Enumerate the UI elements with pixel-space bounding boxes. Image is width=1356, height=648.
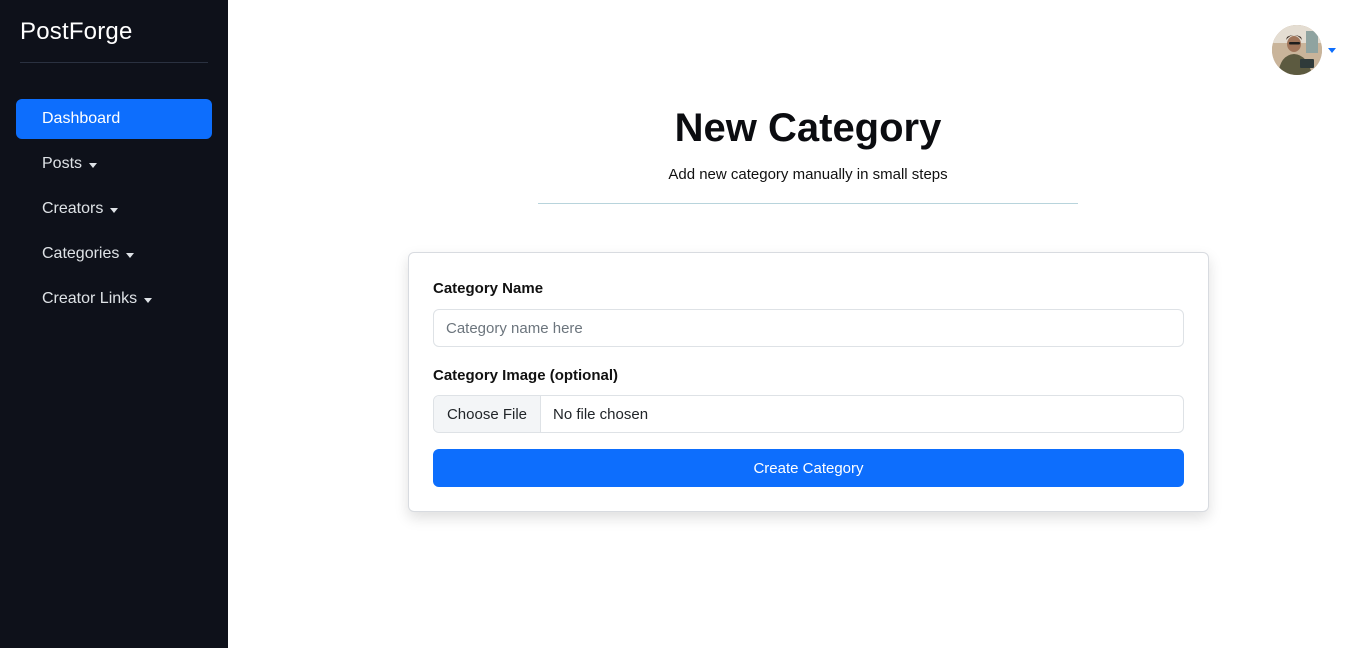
file-status-text: No file chosen (553, 405, 649, 423)
caret-down-icon (126, 252, 135, 258)
caret-down-icon (89, 162, 98, 168)
sidebar-item-creator-links[interactable]: Creator Links (16, 279, 212, 319)
sidebar: PostForge Dashboard Posts Creators Categ… (0, 0, 228, 648)
caret-down-icon (1328, 47, 1336, 53)
sidebar-item-label: Posts (42, 155, 83, 172)
user-menu-toggle[interactable] (1272, 25, 1336, 75)
page-subtitle: Add new category manually in small steps (668, 166, 948, 183)
header-divider (538, 203, 1078, 204)
category-name-label: Category Name (433, 280, 544, 297)
category-name-input[interactable] (433, 309, 1184, 347)
page-title: New Category (674, 106, 942, 150)
caret-down-icon (110, 207, 119, 213)
create-category-button[interactable]: Create Category (433, 449, 1184, 487)
sidebar-divider (20, 62, 208, 63)
brand-logo[interactable]: PostForge (20, 18, 133, 46)
sidebar-nav: Dashboard Posts Creators Categories Crea… (16, 99, 212, 324)
avatar (1272, 25, 1322, 75)
user-avatar-icon (1272, 25, 1322, 75)
category-image-label: Category Image (optional) (433, 367, 619, 384)
sidebar-item-label: Dashboard (42, 110, 121, 127)
caret-down-icon (144, 297, 153, 303)
new-category-form: Category Name Category Image (optional) … (408, 252, 1209, 512)
sidebar-item-creators[interactable]: Creators (16, 189, 212, 229)
sidebar-item-posts[interactable]: Posts (16, 144, 212, 184)
sidebar-item-label: Creators (42, 200, 104, 217)
sidebar-item-dashboard[interactable]: Dashboard (16, 99, 212, 139)
sidebar-item-label: Categories (42, 245, 120, 262)
sidebar-item-categories[interactable]: Categories (16, 234, 212, 274)
sidebar-item-label: Creator Links (42, 290, 138, 307)
category-image-file-input[interactable]: Choose File No file chosen (433, 395, 1184, 433)
choose-file-button[interactable]: Choose File (434, 396, 541, 432)
